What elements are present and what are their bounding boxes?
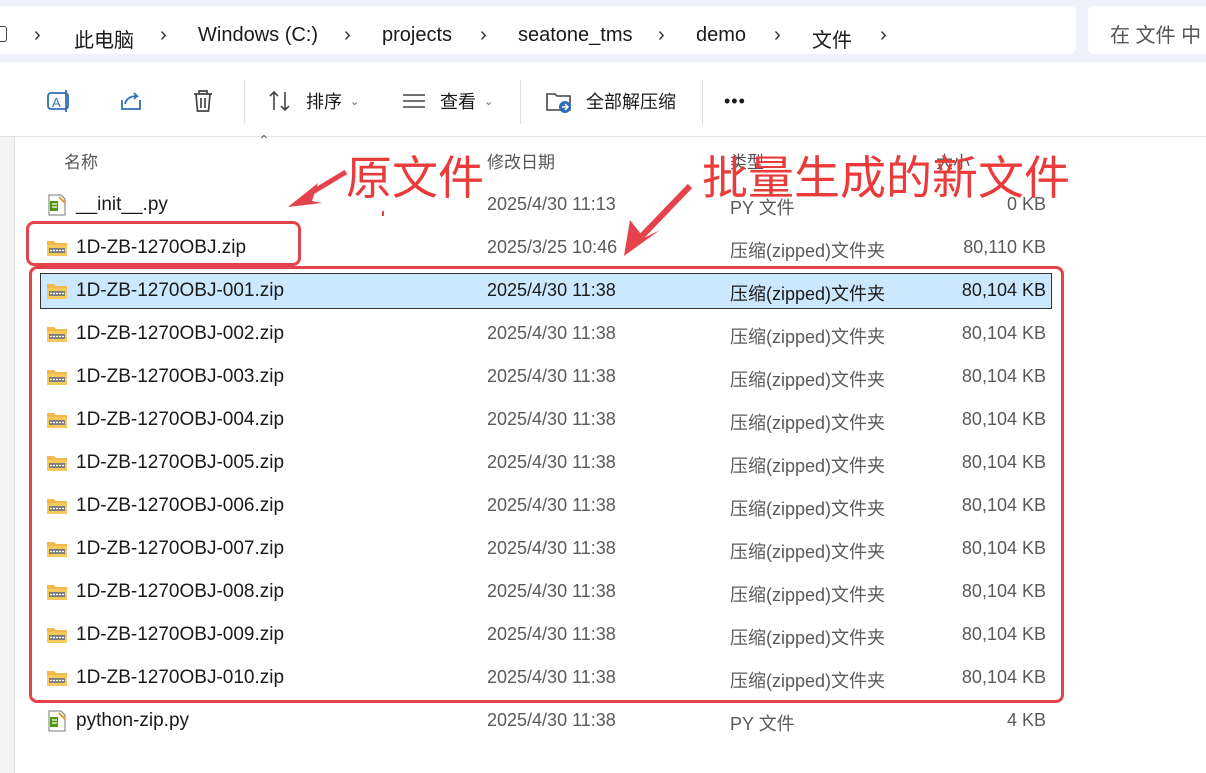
annotation-original-file: 原文件 bbox=[346, 151, 484, 205]
annotation-arrows bbox=[288, 169, 693, 256]
stray-mark bbox=[382, 211, 384, 216]
arrow-to-generated-icon bbox=[624, 183, 693, 256]
annotation-generated-files: 批量生成的新文件 bbox=[702, 151, 1070, 205]
arrow-to-original-icon bbox=[288, 169, 348, 207]
